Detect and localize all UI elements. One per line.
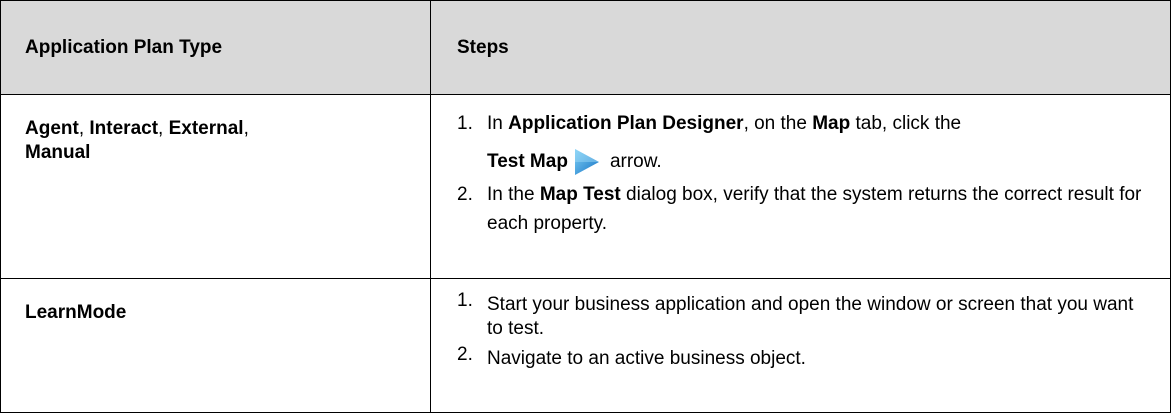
step-item: 1. In Application Plan Designer, on the … <box>457 109 1150 176</box>
steps-cell: 1. Start your business application and o… <box>430 278 1171 413</box>
application-plan-steps-table: Application Plan Type Steps Agent, Inter… <box>0 0 1171 413</box>
step-item: 2. In the Map Test dialog box, verify th… <box>457 180 1150 238</box>
plan-type-interact: Interact <box>89 118 159 139</box>
step-number: 1. <box>457 113 473 134</box>
plan-type-cell: LearnMode <box>0 278 431 413</box>
plan-type-agent: Agent <box>25 118 79 139</box>
step-number: 2. <box>457 184 473 205</box>
step-text-segment: In <box>487 113 509 134</box>
step-text-segment: In the <box>487 184 540 205</box>
step-text: Start your business application and open… <box>487 294 1134 339</box>
plan-type-cell: Agent, Interact, External, Manual <box>0 94 431 279</box>
step-item: 1. Start your business application and o… <box>457 290 1150 341</box>
steps-cell: 1. In Application Plan Designer, on the … <box>430 94 1171 279</box>
plan-type-manual: Manual <box>25 142 91 163</box>
test-map-term: Test Map <box>487 151 568 172</box>
plan-type-external: External <box>168 118 244 139</box>
type-separator: , <box>78 118 90 139</box>
step-text: In Application Plan Designer, on the Map… <box>487 109 1150 176</box>
type-separator: , <box>243 118 249 139</box>
step-text: In the Map Test dialog box, verify that … <box>487 180 1150 238</box>
header-application-plan-type: Application Plan Type <box>0 0 431 95</box>
step-text-segment: tab, click the <box>850 113 962 134</box>
table-row: Agent, Interact, External, Manual 1. In A… <box>0 94 1171 279</box>
blue-play-arrow-icon <box>574 148 599 175</box>
application-plan-designer-term: Application Plan Designer <box>508 113 744 134</box>
step-item: 2. Navigate to an active business object… <box>457 344 1150 371</box>
header-row: Application Plan Type Steps <box>0 0 1171 95</box>
step-number: 1. <box>457 290 473 311</box>
table-row: LearnMode 1. Start your business applica… <box>0 278 1171 413</box>
step-text: Navigate to an active business object. <box>487 348 806 369</box>
header-steps: Steps <box>430 0 1171 95</box>
map-tab-term: Map <box>812 113 851 134</box>
step-number: 2. <box>457 344 473 365</box>
step-text-segment: arrow. <box>609 151 662 172</box>
table-header: Application Plan Type Steps <box>0 0 1171 95</box>
plan-type-learnmode: LearnMode <box>25 302 127 323</box>
type-separator: , <box>158 118 169 139</box>
step-text-segment: , on the <box>743 113 813 134</box>
map-test-term: Map Test <box>539 184 621 205</box>
